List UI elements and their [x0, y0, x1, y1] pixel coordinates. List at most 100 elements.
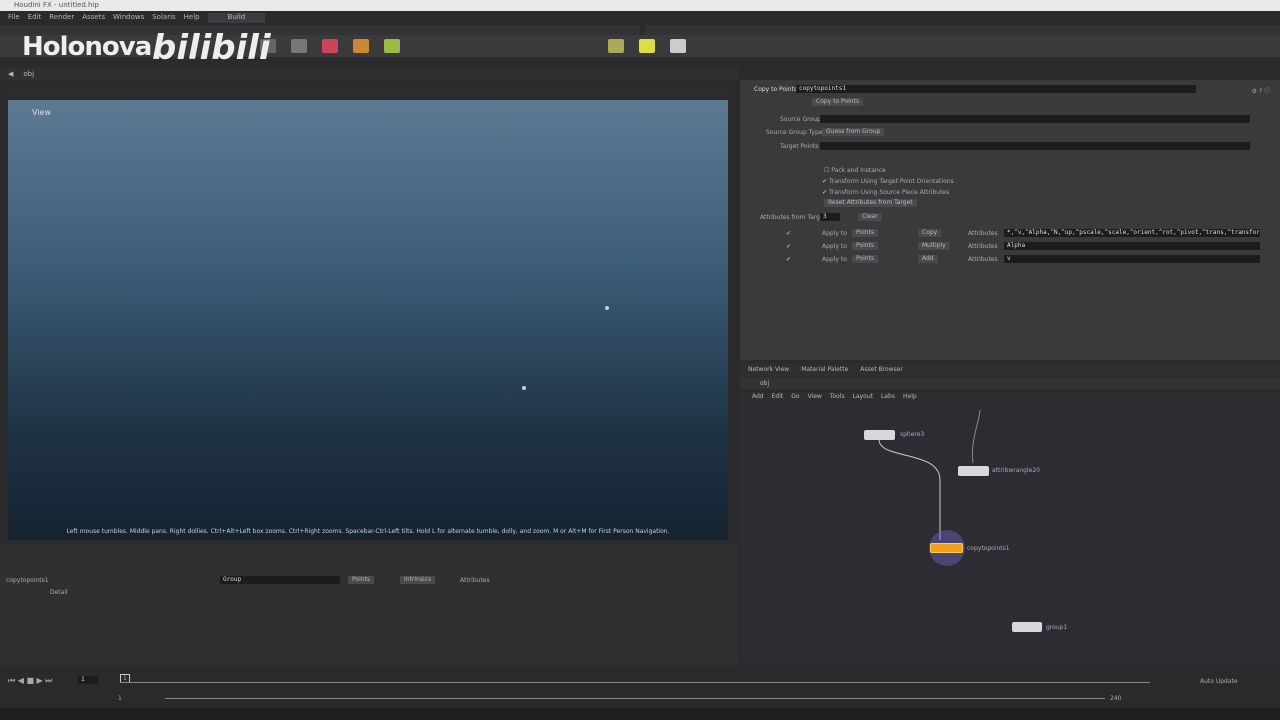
net-menu-help[interactable]: Help — [903, 393, 917, 401]
apply-label: Apply to — [822, 243, 847, 250]
apply-to-select[interactable]: Points — [852, 229, 879, 237]
source-group-label: Source Group — [780, 116, 821, 123]
attributes-label: Attributes — [968, 243, 998, 250]
viewport-label[interactable]: View — [32, 108, 51, 117]
shelf-tool-icon[interactable] — [290, 39, 307, 53]
timeline: ⏮ ◀ ■ ▶ ⏭ 1 1 1 240 Auto Update — [0, 668, 1280, 708]
operation-select[interactable]: Multiply — [918, 242, 950, 250]
apply-to-select[interactable]: Points — [852, 242, 879, 250]
attributes-label: Attributes — [460, 577, 490, 584]
apply-to-select[interactable]: Points — [852, 255, 879, 263]
viewport-hint: Left mouse tumbles. Middle pans. Right d… — [66, 528, 670, 535]
intrinsics-select[interactable]: Intrinsics — [400, 576, 436, 584]
view-select[interactable]: Points — [348, 576, 375, 584]
node-wires — [878, 409, 981, 566]
status-bar — [0, 708, 1280, 720]
shelf-tool-icon[interactable] — [383, 39, 400, 53]
shelf-tool-icon[interactable] — [608, 39, 625, 53]
attributes-label: Attributes — [968, 256, 998, 263]
bilibili-logo: bilibili — [152, 28, 271, 68]
node-label: group1 — [1046, 624, 1068, 631]
desktop-select[interactable]: Build — [207, 13, 266, 23]
net-menu-go[interactable]: Go — [791, 393, 799, 401]
reset-attributes-button[interactable]: Reset Attributes from Target — [824, 199, 917, 207]
range-slider[interactable] — [165, 698, 1105, 699]
node-attribwrangle20[interactable] — [958, 466, 989, 476]
attributes-field[interactable]: v — [1004, 255, 1260, 263]
group-field[interactable]: Group — [220, 576, 340, 584]
network-tabs: Network View Material Palette Asset Brow… — [740, 364, 1280, 376]
scene-viewport[interactable] — [8, 100, 728, 540]
menu-render[interactable]: Render — [49, 13, 74, 23]
network-path[interactable]: obj — [740, 377, 1280, 389]
attributes-field[interactable]: *,^v,^Alpha,^N,^up,^pscale,^scale,^orien… — [1004, 229, 1260, 237]
apply-label: Apply to — [822, 230, 847, 237]
enable-checkbox[interactable]: ✔ — [786, 230, 791, 237]
clear-button[interactable]: Clear — [858, 213, 882, 221]
transform-piece-checkbox[interactable]: ✔ Transform Using Source Piece Attribute… — [822, 189, 949, 196]
operation-select[interactable]: Copy — [918, 229, 942, 237]
frame-slider[interactable] — [120, 682, 1150, 683]
path-obj[interactable]: obj — [23, 70, 34, 78]
node-label: attribwrangle20 — [992, 467, 1040, 474]
gear-icon[interactable]: ⚙ ? ⓘ — [1252, 86, 1270, 95]
update-mode[interactable]: Auto Update — [1200, 678, 1238, 685]
transform-piece-label: Transform Using Source Piece Attributes — [828, 189, 950, 196]
menu-windows[interactable]: Windows — [113, 13, 144, 23]
back-icon[interactable]: ◀ — [8, 70, 13, 78]
net-menu-edit[interactable]: Edit — [772, 393, 784, 401]
menu-bar: File Edit Render Assets Windows Solaris … — [0, 11, 1280, 25]
viewport-toolbar — [8, 84, 728, 98]
num-attributes-field[interactable]: 3 — [820, 213, 840, 221]
tab-copy-to-points[interactable]: Copy to Points — [812, 98, 864, 106]
node-label: copytopoints1 — [967, 545, 1010, 552]
net-menu-view[interactable]: View — [808, 393, 822, 401]
menu-help[interactable]: Help — [184, 13, 200, 23]
window-title: Houdini FX - untitled.hip — [0, 0, 1280, 11]
shelf-tool-icon[interactable] — [352, 39, 369, 53]
net-menu-tools[interactable]: Tools — [830, 393, 845, 401]
display-options-bar[interactable] — [728, 84, 738, 540]
node-name-field[interactable]: copytopoints1 — [796, 85, 1196, 93]
source-group-field[interactable] — [820, 115, 1250, 123]
shelf-tool-icon[interactable] — [670, 39, 687, 53]
net-menu-labs[interactable]: Labs — [881, 393, 895, 401]
end-frame[interactable]: 240 — [1110, 695, 1121, 702]
shelf-tool-icon[interactable] — [321, 39, 338, 53]
tab-asset-browser[interactable]: Asset Browser — [860, 366, 903, 374]
menu-file[interactable]: File — [8, 13, 20, 23]
pack-instance-checkbox[interactable]: ☐ Pack and Instance — [824, 167, 886, 174]
num-attributes-label: Attributes from Target — [760, 214, 826, 221]
net-menu-layout[interactable]: Layout — [853, 393, 873, 401]
transform-checkbox[interactable]: ✔ Transform Using Target Point Orientati… — [822, 178, 954, 185]
shelf-tabs-right[interactable] — [645, 25, 1280, 35]
network-menu: Add Edit Go View Tools Layout Labs Help — [740, 392, 1280, 402]
playback-controls[interactable]: ⏮ ◀ ■ ▶ ⏭ — [8, 676, 52, 686]
node-label: sphere3 — [900, 431, 925, 438]
network-editor[interactable]: sphere3 attribwrangle20 copytopoints1 gr… — [740, 400, 1280, 662]
scene-point — [605, 306, 609, 310]
attributes-label: Attributes — [968, 230, 998, 237]
menu-edit[interactable]: Edit — [28, 13, 42, 23]
enable-checkbox[interactable]: ✔ — [786, 256, 791, 263]
node-sphere3[interactable] — [864, 430, 895, 440]
menu-assets[interactable]: Assets — [82, 13, 105, 23]
net-menu-add[interactable]: Add — [752, 393, 764, 401]
frame-field[interactable]: 1 — [78, 676, 98, 684]
menu-solaris[interactable]: Solaris — [152, 13, 175, 23]
source-group-type-select[interactable]: Guess from Group — [822, 128, 885, 136]
shelf-tool-icon[interactable] — [639, 39, 656, 53]
enable-checkbox[interactable]: ✔ — [786, 243, 791, 250]
target-points-field[interactable] — [820, 142, 1250, 150]
tab-network-view[interactable]: Network View — [748, 366, 789, 374]
node-group1[interactable] — [1012, 622, 1042, 632]
parameter-pane: Copy to Points copytopoints1 ⚙ ? ⓘ Copy … — [740, 80, 1280, 360]
start-frame[interactable]: 1 — [118, 695, 122, 702]
node-copytopoints1[interactable] — [930, 543, 963, 553]
pack-instance-label: Pack and Instance — [831, 167, 886, 174]
apply-label: Apply to — [822, 256, 847, 263]
attributes-field[interactable]: Alpha — [1004, 242, 1260, 250]
column-header: Detail — [50, 589, 68, 596]
tab-material-palette[interactable]: Material Palette — [801, 366, 848, 374]
operation-select[interactable]: Add — [918, 255, 938, 263]
